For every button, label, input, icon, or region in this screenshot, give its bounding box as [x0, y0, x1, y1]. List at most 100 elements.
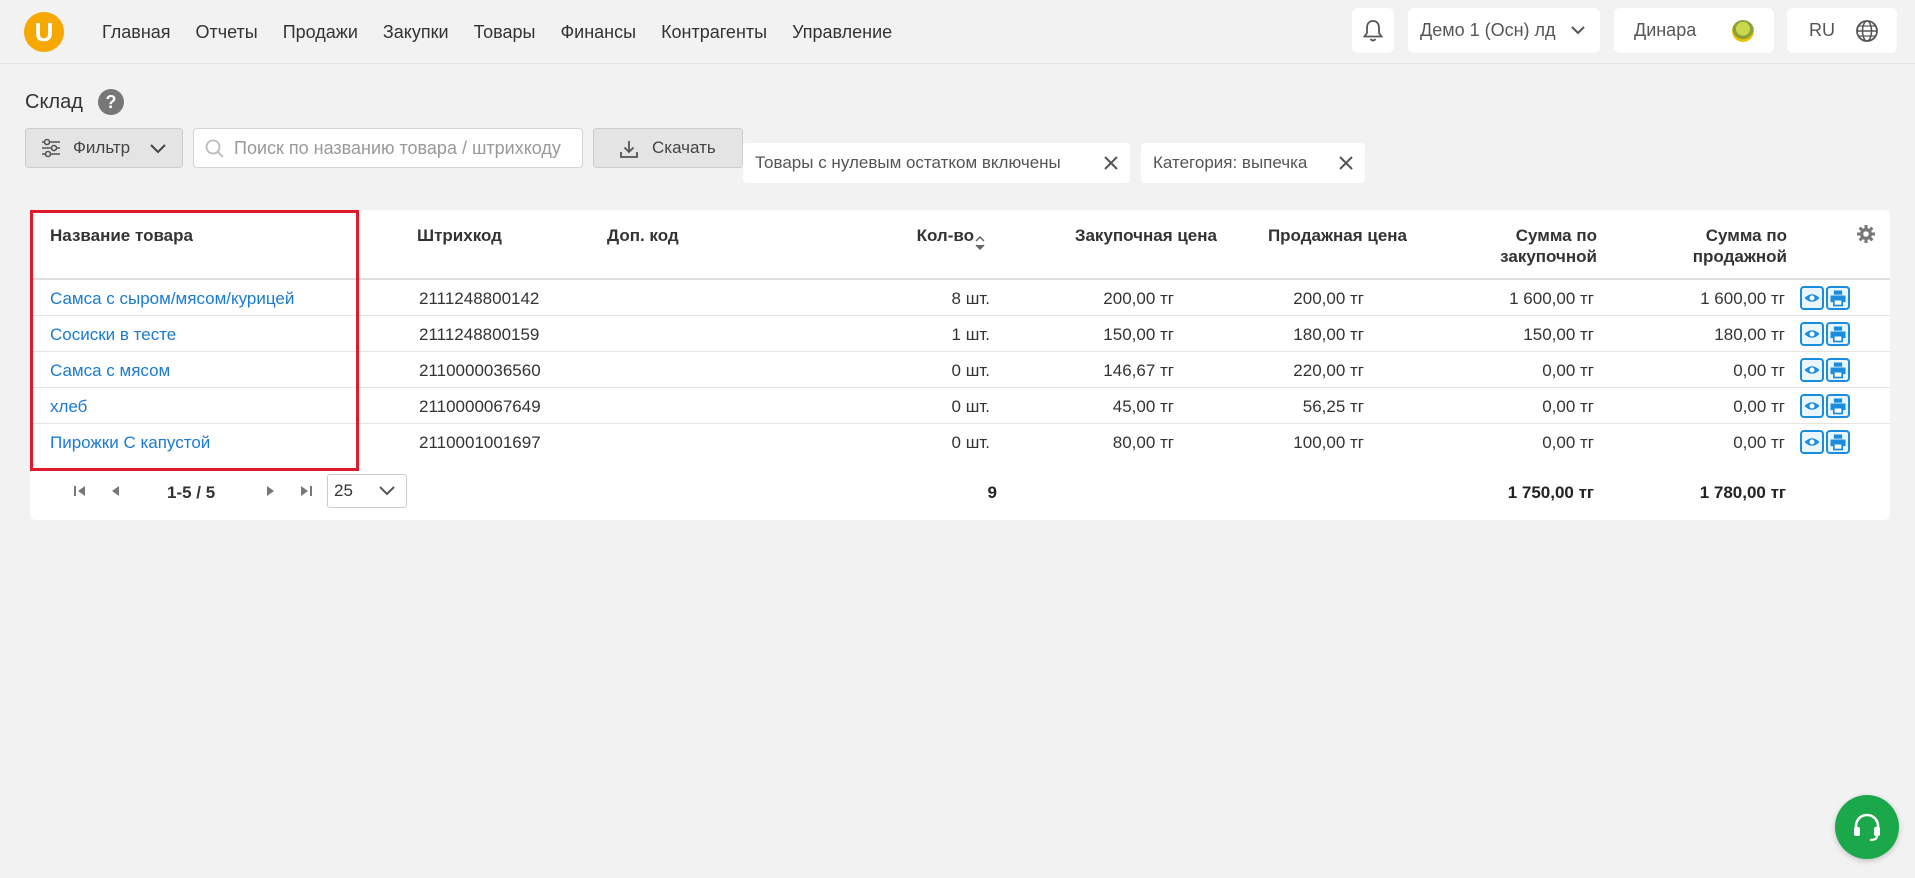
- product-name-link[interactable]: Сосиски в тесте: [50, 325, 176, 345]
- filter-button[interactable]: Фильтр: [25, 128, 183, 168]
- column-header-purchase-price[interactable]: Закупочная цена: [1010, 225, 1217, 246]
- page-range: 1-5 / 5: [167, 483, 216, 502]
- nav-item-finance[interactable]: Финансы: [560, 22, 636, 43]
- sum-sale-cell: 0,00 тг: [1733, 361, 1785, 380]
- search-box: [193, 128, 583, 168]
- eye-icon[interactable]: [1800, 358, 1824, 382]
- close-icon[interactable]: [1337, 154, 1355, 172]
- total-sum-sale: 1 780,00 тг: [1699, 483, 1786, 502]
- language-select[interactable]: RU: [1787, 8, 1897, 53]
- print-icon[interactable]: [1826, 286, 1850, 310]
- column-header-sale-price[interactable]: Продажная цена: [1220, 225, 1407, 246]
- qty-cell: 0 шт.: [951, 397, 990, 416]
- sale-price-cell: 220,00 тг: [1293, 361, 1364, 380]
- pagination: 1-5 / 5 25 9 1 750,00 тг 1 780,00 тг: [30, 472, 1890, 512]
- barcode-cell: 2110001001697: [419, 433, 541, 452]
- purchase-price-cell: 200,00 тг: [1103, 289, 1174, 308]
- last-page-icon[interactable]: [298, 483, 314, 499]
- purchase-price-cell: 45,00 тг: [1112, 397, 1174, 416]
- company-select[interactable]: Демо 1 (Осн) лд: [1408, 8, 1600, 53]
- support-chat-button[interactable]: [1835, 795, 1899, 859]
- barcode-cell: 2110000067649: [419, 397, 541, 416]
- close-icon[interactable]: [1102, 154, 1120, 172]
- table-row: Самса с сыром/мясом/курицей 211124880014…: [30, 280, 1890, 316]
- print-icon[interactable]: [1826, 394, 1850, 418]
- qty-cell: 0 шт.: [951, 433, 990, 452]
- page-size-select[interactable]: 25: [327, 474, 407, 508]
- sale-price-cell: 180,00 тг: [1293, 325, 1364, 344]
- gear-icon[interactable]: [1856, 224, 1876, 244]
- sale-price-cell: 56,25 тг: [1302, 397, 1364, 416]
- column-header-sum-sale[interactable]: Сумма по продажной: [1620, 225, 1787, 267]
- nav-item-counterparties[interactable]: Контрагенты: [661, 22, 767, 43]
- purchase-price-cell: 150,00 тг: [1103, 325, 1174, 344]
- print-icon[interactable]: [1826, 322, 1850, 346]
- avatar: [1732, 20, 1754, 42]
- table-row: Самса с мясом 2110000036560 0 шт. 146,67…: [30, 352, 1890, 388]
- search-input[interactable]: [234, 129, 574, 167]
- product-name-link[interactable]: Самса с мясом: [50, 361, 170, 381]
- column-header-sum-sale-line2: продажной: [1692, 247, 1787, 266]
- chevron-down-icon: [1571, 26, 1585, 35]
- column-header-sum-purchase[interactable]: Сумма по закупочной: [1430, 225, 1597, 267]
- bell-icon: [1362, 19, 1384, 41]
- search-icon: [205, 139, 224, 158]
- filter-chip-zero-stock: Товары с нулевым остатком включены: [743, 143, 1130, 183]
- download-icon: [620, 141, 638, 158]
- column-header-qty[interactable]: Кол-во: [850, 225, 974, 246]
- sum-sale-cell: 0,00 тг: [1733, 433, 1785, 452]
- filter-chip-category: Категория: выпечка: [1141, 143, 1365, 183]
- nav-item-purchases[interactable]: Закупки: [383, 22, 449, 43]
- logo[interactable]: U: [24, 12, 64, 52]
- sort-icon[interactable]: [973, 234, 987, 252]
- sliders-icon: [42, 138, 60, 158]
- globe-icon: [1856, 20, 1878, 42]
- chevron-down-icon: [379, 486, 395, 496]
- table-row: Сосиски в тесте 2111248800159 1 шт. 150,…: [30, 316, 1890, 352]
- column-header-sum-purchase-line2: закупочной: [1500, 247, 1597, 266]
- top-bar: U Главная Отчеты Продажи Закупки Товары …: [0, 0, 1915, 64]
- eye-icon[interactable]: [1800, 394, 1824, 418]
- column-header-extra-code[interactable]: Доп. код: [607, 225, 679, 246]
- next-page-icon[interactable]: [262, 483, 278, 499]
- user-name: Динара: [1634, 20, 1697, 40]
- nav-item-management[interactable]: Управление: [792, 22, 892, 43]
- column-header-sum-sale-line1: Сумма по: [1705, 226, 1787, 245]
- help-icon[interactable]: ?: [98, 89, 124, 115]
- qty-cell: 1 шт.: [951, 325, 990, 344]
- nav-item-sales[interactable]: Продажи: [283, 22, 358, 43]
- qty-cell: 8 шт.: [951, 289, 990, 308]
- eye-icon[interactable]: [1800, 286, 1824, 310]
- sum-purchase-cell: 0,00 тг: [1542, 361, 1594, 380]
- prev-page-icon[interactable]: [108, 483, 124, 499]
- sum-purchase-cell: 0,00 тг: [1542, 433, 1594, 452]
- barcode-cell: 2110000036560: [419, 361, 541, 380]
- sum-sale-cell: 0,00 тг: [1733, 397, 1785, 416]
- product-name-link[interactable]: Пирожки С капустой: [50, 433, 210, 453]
- eye-icon[interactable]: [1800, 322, 1824, 346]
- download-button[interactable]: Скачать: [593, 128, 743, 168]
- user-menu[interactable]: Динара: [1614, 8, 1774, 53]
- first-page-icon[interactable]: [72, 483, 88, 499]
- product-name-link[interactable]: хлеб: [50, 397, 87, 417]
- sum-sale-cell: 180,00 тг: [1714, 325, 1785, 344]
- nav-item-products[interactable]: Товары: [474, 22, 536, 43]
- nav-item-reports[interactable]: Отчеты: [196, 22, 258, 43]
- download-label: Скачать: [652, 138, 716, 157]
- main-nav: Главная Отчеты Продажи Закупки Товары Фи…: [102, 0, 917, 64]
- nav-item-main[interactable]: Главная: [102, 22, 171, 43]
- column-header-barcode[interactable]: Штрихкод: [417, 225, 502, 246]
- notifications-button[interactable]: [1352, 8, 1394, 53]
- page-title: Склад: [25, 91, 83, 113]
- purchase-price-cell: 146,67 тг: [1103, 361, 1174, 380]
- table-row: Пирожки С капустой 2110001001697 0 шт. 8…: [30, 424, 1890, 460]
- print-icon[interactable]: [1826, 430, 1850, 454]
- sum-purchase-cell: 1 600,00 тг: [1509, 289, 1594, 308]
- eye-icon[interactable]: [1800, 430, 1824, 454]
- product-name-link[interactable]: Самса с сыром/мясом/курицей: [50, 289, 294, 309]
- column-header-name[interactable]: Название товара: [50, 225, 193, 246]
- company-name: Демо 1 (Осн) лд: [1420, 20, 1556, 40]
- headset-icon: [1854, 813, 1880, 842]
- print-icon[interactable]: [1826, 358, 1850, 382]
- page-size-value: 25: [334, 481, 353, 500]
